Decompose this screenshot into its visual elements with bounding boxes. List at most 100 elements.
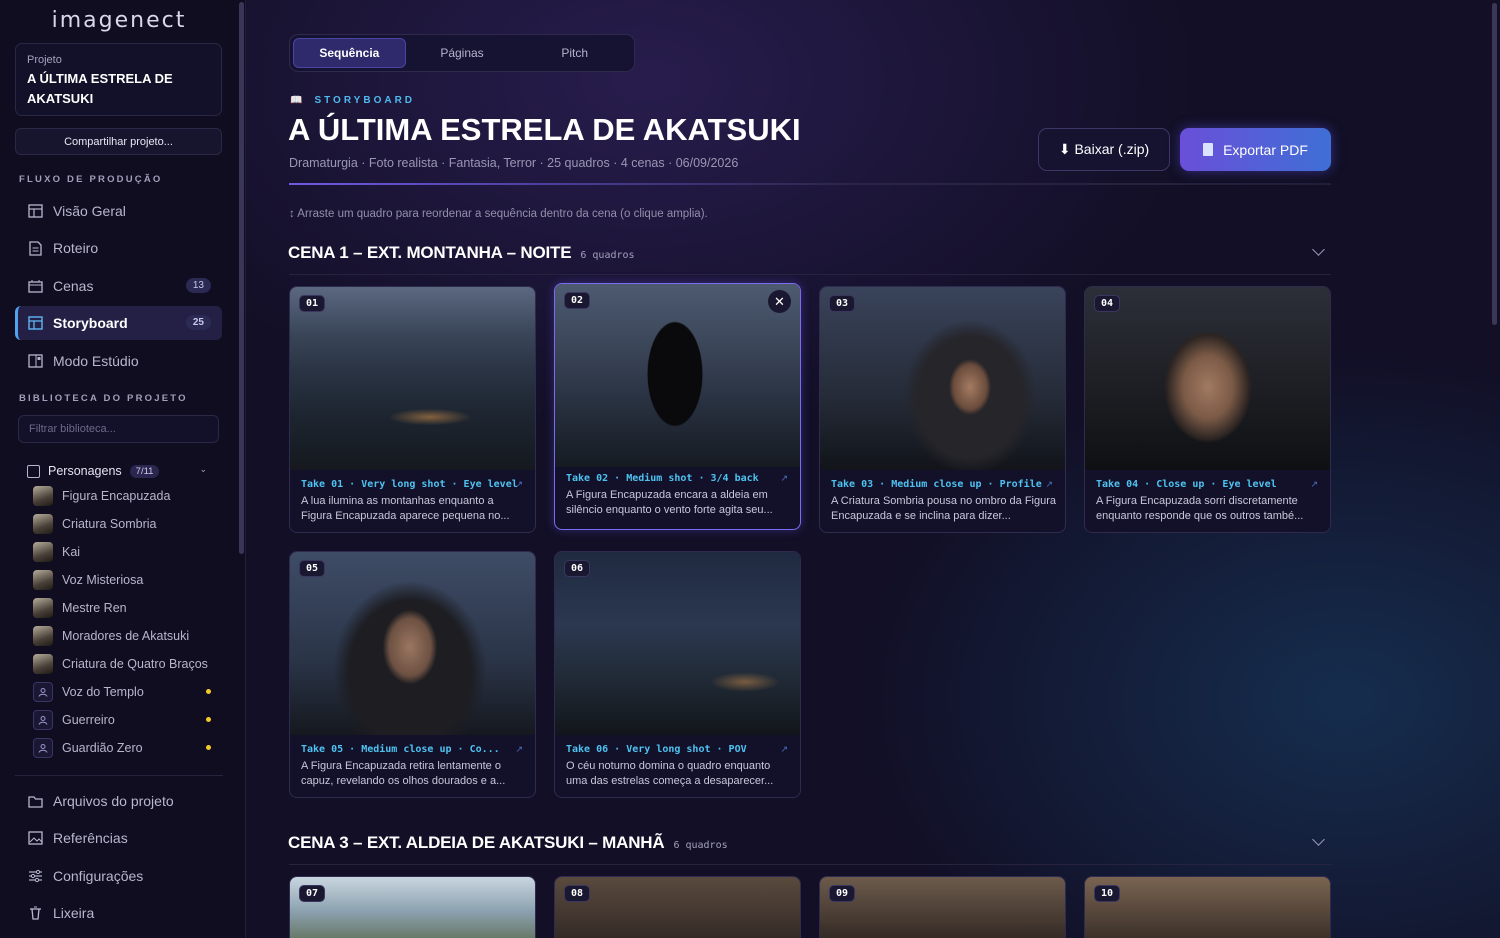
frame-image[interactable] [555, 284, 800, 467]
storyboard-frame[interactable]: 04 Take 04 · Close up · Eye level ↗ A Fi… [1084, 286, 1331, 533]
scene-header[interactable]: CENA 1 – EXT. MONTANHA – NOITE 6 quadros [288, 243, 1331, 263]
storyboard-frame[interactable]: 08 [554, 876, 801, 938]
character-item[interactable]: Guerreiro [33, 709, 223, 731]
frame-number: 01 [299, 295, 326, 312]
character-item[interactable]: Guardião Zero [33, 737, 223, 759]
character-item[interactable]: Criatura Sombria [33, 513, 223, 535]
frame-image[interactable] [555, 877, 800, 938]
character-name: Guerreiro [62, 713, 115, 727]
sidebar-item-trash[interactable]: Lixeira [15, 896, 222, 930]
scene-header[interactable]: CENA 3 – EXT. ALDEIA DE AKATSUKI – MANHÃ… [288, 833, 1331, 853]
frame-image[interactable] [290, 287, 535, 470]
tab-sequence[interactable]: Sequência [293, 38, 406, 68]
sidebar-item-references[interactable]: Referências [15, 821, 222, 855]
frame-image[interactable] [555, 552, 800, 735]
character-name: Mestre Ren [62, 601, 127, 615]
storyboard-frame[interactable]: 02 ✕ Take 02 · Medium shot · 3/4 back ↗ … [554, 283, 801, 530]
frame-description: A Figura Encapuzada retira lentamente o … [301, 760, 506, 787]
expand-arrow-icon[interactable]: ↗ [780, 744, 788, 755]
storyboard-frame[interactable]: 01 Take 01 · Very long shot · Eye level … [289, 286, 536, 533]
expand-arrow-icon[interactable]: ↗ [515, 744, 523, 755]
sidebar-divider [15, 775, 223, 776]
section-flow-label: FLUXO DE PRODUÇÃO [19, 174, 163, 185]
character-item[interactable]: Kai [33, 541, 223, 563]
avatar [33, 598, 53, 618]
storyboard-frame[interactable]: 03 Take 03 · Medium close up · Profile ↗… [819, 286, 1066, 533]
sidebar-item-overview[interactable]: Visão Geral [15, 194, 222, 228]
expand-arrow-icon[interactable]: ↗ [1310, 479, 1318, 490]
sidebar-scrollbar[interactable] [239, 2, 244, 554]
person-placeholder-icon [33, 738, 53, 758]
view-tabs: Sequência Páginas Pitch [289, 34, 635, 72]
frame-take: Take 02 · Medium shot · 3/4 back [566, 473, 759, 484]
tab-pitch[interactable]: Pitch [518, 38, 631, 68]
avatar [33, 486, 53, 506]
sidebar-item-label: Modo Estúdio [53, 353, 139, 369]
project-meta: Dramaturgia · Foto realista · Fantasia, … [289, 156, 739, 170]
scenes-icon [27, 278, 43, 294]
scene-frame-count: 6 quadros [580, 250, 635, 261]
sidebar-item-storyboard[interactable]: Storyboard 25 [15, 306, 222, 340]
character-item[interactable]: Mestre Ren [33, 597, 223, 619]
storyboard-frame[interactable]: 06 Take 06 · Very long shot · POV ↗ O cé… [554, 551, 801, 798]
expand-arrow-icon[interactable]: ↗ [1045, 479, 1053, 490]
close-icon[interactable]: ✕ [768, 290, 791, 313]
page-title: A ÚLTIMA ESTRELA DE AKATSUKI [288, 112, 801, 147]
avatar [33, 514, 53, 534]
frame-image[interactable] [1085, 287, 1330, 470]
folder-icon [27, 793, 43, 809]
character-name: Guardião Zero [62, 741, 143, 755]
frame-image[interactable] [820, 877, 1065, 938]
sidebar-item-scenes[interactable]: Cenas 13 [15, 269, 222, 303]
frame-number: 08 [564, 885, 591, 902]
sidebar-item-script[interactable]: Roteiro [15, 231, 222, 265]
frame-image[interactable] [820, 287, 1065, 470]
frame-number: 03 [829, 295, 856, 312]
frame-description: A Criatura Sombria pousa no ombro da Fig… [831, 495, 1056, 522]
frame-description: O céu noturno domina o quadro enquanto u… [566, 760, 774, 787]
sliders-icon [27, 868, 43, 884]
frame-image[interactable] [290, 877, 535, 938]
character-item[interactable]: Figura Encapuzada [33, 485, 223, 507]
character-item[interactable]: Criatura de Quatro Braços [33, 653, 223, 675]
frame-number: 09 [829, 885, 856, 902]
storyboard-count-badge: 25 [185, 315, 211, 330]
character-item[interactable]: Voz Misteriosa [33, 569, 223, 591]
main-scrollbar[interactable] [1492, 3, 1497, 325]
section-label: 📖 STORYBOARD [290, 95, 415, 106]
library-filter-input[interactable]: Filtrar biblioteca... [18, 415, 219, 443]
app-logo[interactable]: imagenect [0, 8, 238, 33]
storyboard-frame[interactable]: 10 [1084, 876, 1331, 938]
export-pdf-button[interactable]: Exportar PDF [1180, 128, 1331, 171]
storyboard-frame[interactable]: 05 Take 05 · Medium close up · Co... ↗ A… [289, 551, 536, 798]
expand-arrow-icon[interactable]: ↗ [515, 479, 523, 490]
scene-divider [289, 274, 1331, 275]
sidebar-item-label: Lixeira [53, 905, 95, 921]
download-zip-button[interactable]: ⬇ Baixar (.zip) [1038, 128, 1170, 171]
chevron-down-icon[interactable] [1312, 833, 1325, 846]
avatar [33, 654, 53, 674]
characters-group-toggle[interactable]: Personagens 7/11 ⌄ [27, 462, 217, 480]
sidebar-item-studio[interactable]: Modo Estúdio [15, 344, 222, 378]
chevron-down-icon[interactable] [1312, 243, 1325, 256]
frame-number: 04 [1094, 295, 1121, 312]
character-name: Criatura Sombria [62, 517, 157, 531]
storyboard-frame[interactable]: 09 [819, 876, 1066, 938]
sidebar-item-settings[interactable]: Configurações [15, 859, 222, 893]
project-card[interactable]: Projeto A ÚLTIMA ESTRELA DE AKATSUKI [15, 43, 222, 116]
frame-take: Take 03 · Medium close up · Profile [831, 479, 1042, 490]
tab-pages[interactable]: Páginas [406, 38, 519, 68]
character-item[interactable]: Voz do Templo [33, 681, 223, 703]
sidebar-item-project-files[interactable]: Arquivos do projeto [15, 784, 222, 818]
frame-take: Take 01 · Very long shot · Eye level [301, 479, 518, 490]
frame-description: A lua ilumina as montanhas enquanto a Fi… [301, 495, 510, 522]
sidebar-item-label: Arquivos do projeto [53, 793, 174, 809]
export-pdf-label: Exportar PDF [1223, 141, 1308, 158]
frame-number: 05 [299, 560, 326, 577]
storyboard-frame[interactable]: 07 [289, 876, 536, 938]
frame-image[interactable] [290, 552, 535, 735]
share-project-button[interactable]: Compartilhar projeto... [15, 128, 222, 155]
frame-image[interactable] [1085, 877, 1330, 938]
character-item[interactable]: Moradores de Akatsuki [33, 625, 223, 647]
expand-arrow-icon[interactable]: ↗ [780, 473, 788, 484]
